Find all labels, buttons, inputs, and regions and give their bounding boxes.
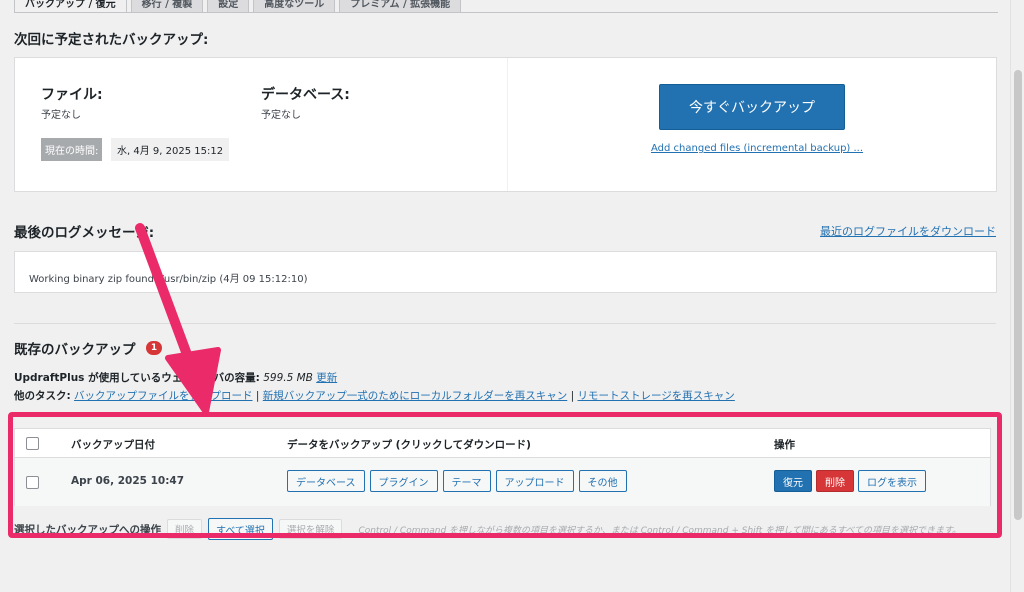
page-scrollbar[interactable] [1010,0,1024,592]
files-value: 予定なし [41,110,81,121]
task-separator: | [255,390,260,402]
tab-divider [14,12,998,13]
other-tasks-label: 他のタスク: [14,390,71,402]
storage-label: UpdraftPlus が使用しているウェブサーバの容量: [14,372,260,384]
refresh-link[interactable]: 更新 [316,372,337,384]
storage-usage-line: UpdraftPlus が使用しているウェブサーバの容量: 599.5 MB 更… [14,370,337,385]
backup-count-badge: 1 [146,341,162,355]
schedule-card: ファイル: 予定なし データベース: 予定なし 現在の時間: 水, 4月 9, … [14,57,997,192]
annotation-highlight-box [8,412,1002,538]
database-label: データベース: [261,87,350,103]
scrollbar-thumb[interactable] [1014,70,1022,520]
other-tasks-line: 他のタスク: バックアップファイルをアップロード | 新規バックアップ一式のため… [14,388,735,403]
section-separator [14,323,996,324]
incremental-backup-link[interactable]: Add changed files (incremental backup) .… [651,143,863,154]
tab-backup-restore[interactable]: バックアップ / 復元 [14,0,127,12]
files-label: ファイル: [41,87,103,103]
tab-premium[interactable]: プレミアム / 拡張機能 [339,0,462,12]
log-heading: 最後のログメッセージ: [14,225,155,241]
existing-backups-heading: 既存のバックアップ [14,342,136,358]
nav-tabs: バックアップ / 復元 移行 / 複製 設定 高度なツール プレミアム / 拡張… [14,0,462,12]
rescan-remote-link[interactable]: リモートストレージを再スキャン [578,390,735,402]
log-card: Working binary zip found: /usr/bin/zip (… [14,251,997,293]
task-separator: | [570,390,575,402]
storage-value: 599.5 MB [263,372,313,384]
backup-now-button[interactable]: 今すぐバックアップ [659,84,845,130]
current-time-label: 現在の時間: [41,138,103,161]
current-time-value: 水, 4月 9, 2025 15:12 [111,138,230,161]
database-value: 予定なし [261,110,301,121]
tab-advanced-tools[interactable]: 高度なツール [253,0,336,12]
log-message: Working binary zip found: /usr/bin/zip (… [29,274,308,285]
card-divider [507,58,508,191]
scheduled-heading: 次回に予定されたバックアップ: [14,32,209,48]
rescan-local-link[interactable]: 新規バックアップ一式のためにローカルフォルダーを再スキャン [263,390,568,402]
download-log-link[interactable]: 最近のログファイルをダウンロード [820,223,996,239]
tab-settings[interactable]: 設定 [207,0,250,12]
upload-backup-link[interactable]: バックアップファイルをアップロード [74,390,253,402]
tab-migrate[interactable]: 移行 / 複製 [130,0,204,12]
